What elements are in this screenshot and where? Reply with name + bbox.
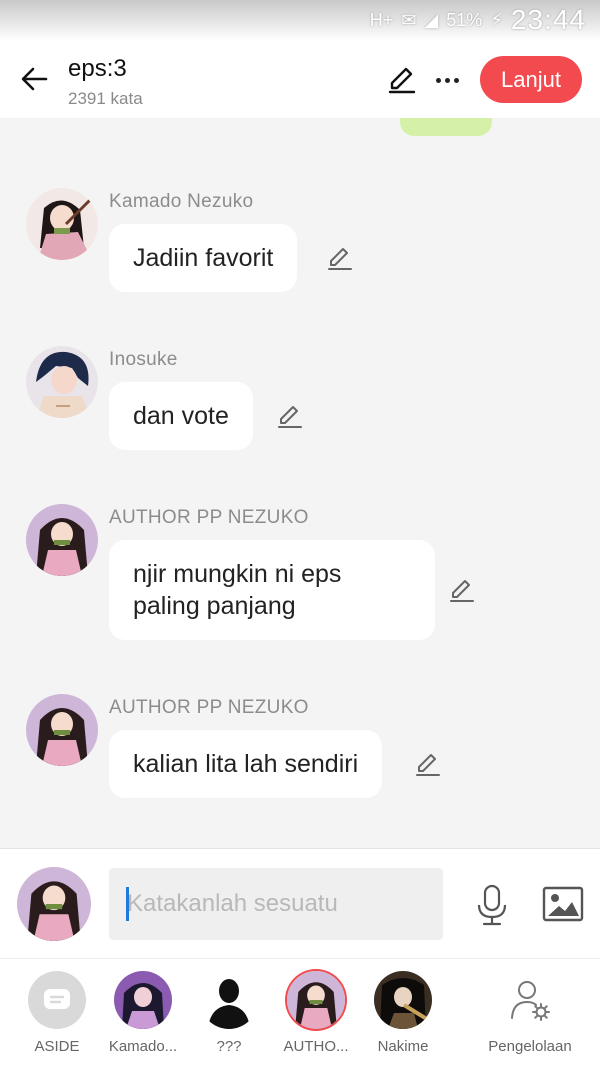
avatar[interactable] (26, 504, 98, 576)
word-count: 2391 kata (68, 89, 143, 108)
battery-charging-icon: ⚡ (490, 9, 503, 30)
avatar-kamado-nezuko (26, 188, 98, 260)
manage-characters-button[interactable]: Pengelolaan (484, 971, 576, 1055)
avatar[interactable] (26, 694, 98, 766)
avatar-author-pp-nezuko (17, 867, 91, 941)
avatar-kamado (114, 971, 172, 1029)
sender-name: AUTHOR PP NEZUKO (109, 697, 309, 718)
status-bar: H+ ✉ ◢ 51% ⚡ 23:44 (0, 0, 600, 40)
pencil-icon (416, 754, 440, 776)
avatar[interactable] (26, 188, 98, 260)
voice-input-button[interactable] (472, 883, 512, 927)
character-label: Kamado... (108, 1038, 178, 1055)
edit-message-button[interactable] (414, 750, 442, 778)
character-label: ??? (216, 1038, 242, 1055)
character-bar: ASIDE Kamado... ??? AUTHO... Nakime Peng… (0, 958, 600, 1067)
chat-area[interactable]: Kamado Nezuko Jadiin favorit Inosuke dan… (0, 118, 600, 848)
signal-icon: ◢ (424, 9, 439, 30)
back-arrow-icon (21, 67, 48, 91)
clock: 23:44 (510, 4, 586, 35)
dot-icon (435, 77, 441, 83)
sender-name: Kamado Nezuko (109, 191, 254, 212)
avatar[interactable] (26, 346, 98, 418)
microphone-icon (477, 884, 507, 926)
avatar (287, 971, 345, 1029)
message-bubble[interactable]: njir mungkin ni eps paling panjang (109, 540, 435, 640)
message-notification-icon: ✉ (401, 9, 417, 30)
sender-name: AUTHOR PP NEZUKO (109, 507, 309, 528)
character-unknown[interactable]: ??? (184, 971, 274, 1055)
dot-icon (444, 77, 450, 83)
message-composer (0, 848, 600, 958)
avatar (374, 971, 432, 1029)
pencil-icon (278, 406, 302, 428)
character-aside[interactable]: ASIDE (12, 971, 102, 1055)
back-button[interactable] (18, 62, 52, 96)
character-author[interactable]: AUTHO... (271, 971, 361, 1055)
avatar-author-pp-nezuko (26, 504, 98, 576)
pencil-icon (450, 580, 474, 602)
speech-bubble-icon (44, 989, 70, 1009)
manage-icon-wrap (501, 971, 559, 1029)
edit-message-button[interactable] (448, 576, 476, 604)
header: eps:3 2391 kata Lanjut (0, 40, 600, 118)
character-label: ASIDE (34, 1038, 80, 1055)
avatar (28, 971, 86, 1029)
more-options-button[interactable] (430, 66, 464, 94)
message-bubble[interactable]: Jadiin favorit (109, 224, 298, 292)
text-cursor (126, 887, 129, 921)
avatar (114, 971, 172, 1029)
avatar (200, 971, 258, 1029)
avatar-author-pp-nezuko (287, 971, 345, 1029)
character-label: AUTHO... (283, 1038, 349, 1055)
edit-message-button[interactable] (276, 402, 304, 430)
character-label: Nakime (377, 1038, 429, 1055)
avatar-nakime (374, 971, 432, 1029)
page-title: eps:3 (68, 55, 127, 82)
edit-message-button[interactable] (326, 244, 354, 272)
image-icon (542, 886, 584, 922)
pencil-icon (388, 67, 416, 94)
message-bubble[interactable]: dan vote (109, 382, 253, 450)
network-type-indicator: H+ (369, 9, 394, 30)
character-kamado[interactable]: Kamado... (98, 971, 188, 1055)
dot-icon (453, 77, 459, 83)
avatar-author-pp-nezuko (26, 694, 98, 766)
message-bubble[interactable]: kalian lita lah sendiri (109, 730, 383, 798)
avatar-silhouette (208, 979, 250, 1029)
person-settings-icon (511, 981, 550, 1021)
character-nakime[interactable]: Nakime (358, 971, 448, 1055)
avatar-inosuke (26, 346, 98, 418)
edit-button[interactable] (386, 64, 418, 96)
sender-name: Inosuke (109, 349, 178, 370)
pencil-icon (328, 248, 352, 270)
next-button[interactable]: Lanjut (480, 56, 582, 103)
battery-percent: 51% (446, 9, 483, 30)
character-label: Pengelolaan (488, 1038, 572, 1055)
image-button[interactable] (542, 885, 584, 923)
current-speaker-avatar[interactable] (17, 867, 91, 941)
own-message-bubble-partial[interactable] (400, 118, 492, 136)
message-input[interactable] (109, 868, 443, 940)
